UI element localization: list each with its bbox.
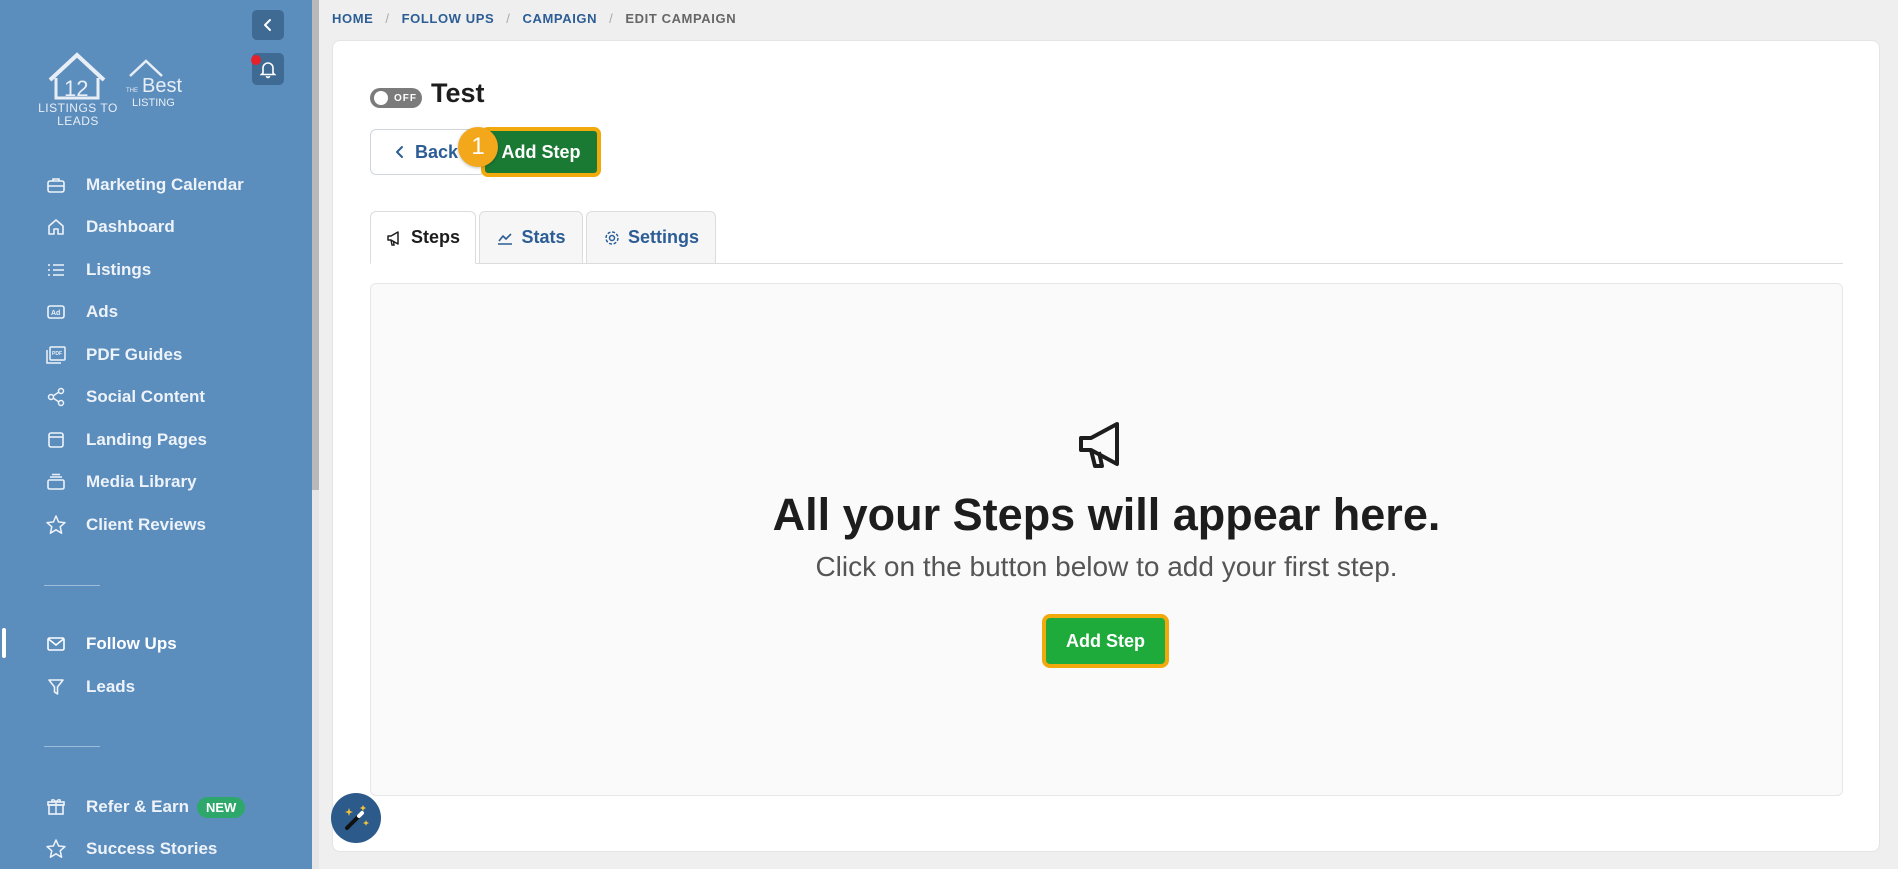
active-indicator <box>2 628 6 658</box>
sidebar-item-label: Refer & Earn <box>86 797 189 816</box>
sidebar-item-ads[interactable]: Ad Ads <box>44 297 118 327</box>
funnel-icon <box>44 675 68 699</box>
chart-line-icon <box>496 229 514 247</box>
stack-icon <box>44 470 68 494</box>
toggle-knob <box>374 91 388 105</box>
page-title: Test <box>431 78 485 108</box>
sidebar-item-media-library[interactable]: Media Library <box>44 467 197 497</box>
sidebar-item-label: Leads <box>86 677 136 696</box>
chevron-left-icon <box>264 19 271 31</box>
sidebar-item-client-reviews[interactable]: Client Reviews <box>44 510 206 540</box>
sidebar-item-landing-pages[interactable]: Landing Pages <box>44 425 207 455</box>
bell-icon <box>259 62 277 79</box>
sidebar-item-label: Social Content <box>86 387 206 406</box>
tab-label: Steps <box>410 227 461 247</box>
share-icon <box>44 385 68 409</box>
megaphone-icon <box>1079 422 1119 468</box>
tab-stats[interactable]: Stats <box>479 211 583 264</box>
tab-label: Stats <box>521 227 566 247</box>
briefcase-icon <box>44 173 68 197</box>
sidebar-divider <box>44 585 100 586</box>
sidebar-item-label: Landing Pages <box>86 430 207 449</box>
the-best-listing-logo: Best THE LISTING <box>126 59 182 109</box>
sidebar-item-refer-and-earn[interactable]: Refer & Earn NEW <box>44 792 246 822</box>
sidebar-item-label: Ads <box>86 302 119 321</box>
pdf-icon: PDF <box>44 343 68 367</box>
sidebar-item-dashboard[interactable]: Dashboard <box>44 212 175 242</box>
sidebar-item-follow-ups[interactable]: Follow Ups <box>44 629 177 659</box>
breadcrumb: HOME / FOLLOW UPS / CAMPAIGN / EDIT CAMP… <box>332 11 736 26</box>
star-icon <box>44 837 68 861</box>
magic-assistant-button[interactable] <box>331 793 381 843</box>
browser-icon <box>44 428 68 452</box>
svg-text:LISTING: LISTING <box>132 97 175 109</box>
svg-text:PDF: PDF <box>52 351 62 357</box>
new-badge: NEW <box>196 796 246 818</box>
mail-icon <box>44 632 68 656</box>
svg-text:Ad: Ad <box>51 310 60 317</box>
toggle-label: OFF <box>394 92 417 104</box>
sidebar-item-label: Success Stories <box>86 839 218 858</box>
star-icon <box>44 513 68 537</box>
chevron-left-icon <box>395 145 405 159</box>
campaign-status-toggle[interactable]: OFF <box>370 88 422 108</box>
collapse-sidebar-button[interactable] <box>252 10 284 40</box>
add-step-button[interactable]: Add Step <box>481 127 601 177</box>
ad-icon: Ad <box>44 300 68 324</box>
svg-text:THE: THE <box>126 88 138 94</box>
sidebar-item-social-content[interactable]: Social Content <box>44 382 205 412</box>
megaphone-icon <box>386 229 404 247</box>
notification-dot <box>251 55 261 65</box>
gear-icon <box>603 229 621 247</box>
tab-steps[interactable]: Steps <box>370 211 476 264</box>
sidebar-item-label: Listings <box>86 260 152 279</box>
sidebar-item-pdf-guides[interactable]: PDF PDF Guides <box>44 340 182 370</box>
breadcrumb-separator: / <box>609 11 614 26</box>
list-icon <box>44 258 68 282</box>
magic-wand-icon <box>345 805 369 830</box>
tab-label: Settings <box>627 227 699 247</box>
svg-text:12: 12 <box>64 76 88 101</box>
back-button-label: Back <box>415 141 459 162</box>
sidebar-item-label: Media Library <box>86 472 197 491</box>
add-first-step-button[interactable]: Add Step <box>1042 614 1169 668</box>
empty-state-subtitle: Click on the button below to add your fi… <box>815 551 1398 582</box>
sidebar-item-label: PDF Guides <box>86 345 183 364</box>
empty-state-title: All your Steps will appear here. <box>772 489 1441 540</box>
sidebar-item-label: Dashboard <box>86 217 175 236</box>
breadcrumb-separator: / <box>385 11 390 26</box>
home-icon <box>44 215 68 239</box>
scrollbar-thumb[interactable] <box>312 0 319 490</box>
breadcrumb-home[interactable]: HOME <box>332 11 373 26</box>
breadcrumb-campaign[interactable]: CAMPAIGN <box>523 11 598 26</box>
sidebar-item-label: Follow Ups <box>86 634 177 653</box>
svg-text:Best: Best <box>142 75 182 97</box>
breadcrumb-follow-ups[interactable]: FOLLOW UPS <box>402 11 495 26</box>
sidebar-item-leads[interactable]: Leads <box>44 672 135 702</box>
tab-settings[interactable]: Settings <box>586 211 716 264</box>
logo-primary-text: LISTINGS TO LEADS <box>38 101 118 128</box>
sidebar-divider <box>44 746 100 747</box>
sidebar-item-label: Client Reviews <box>86 515 206 534</box>
sidebar-scrollbar[interactable] <box>312 0 319 869</box>
step-number-badge: 1 <box>458 127 498 167</box>
sidebar-item-marketing-calendar[interactable]: Marketing Calendar <box>44 170 244 200</box>
sidebar-item-label: Marketing Calendar <box>86 175 244 194</box>
breadcrumb-current: EDIT CAMPAIGN <box>625 11 737 26</box>
sidebar-item-listings[interactable]: Listings <box>44 255 151 285</box>
sidebar-item-success-stories[interactable]: Success Stories <box>44 834 217 864</box>
gift-icon <box>44 795 68 819</box>
breadcrumb-separator: / <box>506 11 511 26</box>
